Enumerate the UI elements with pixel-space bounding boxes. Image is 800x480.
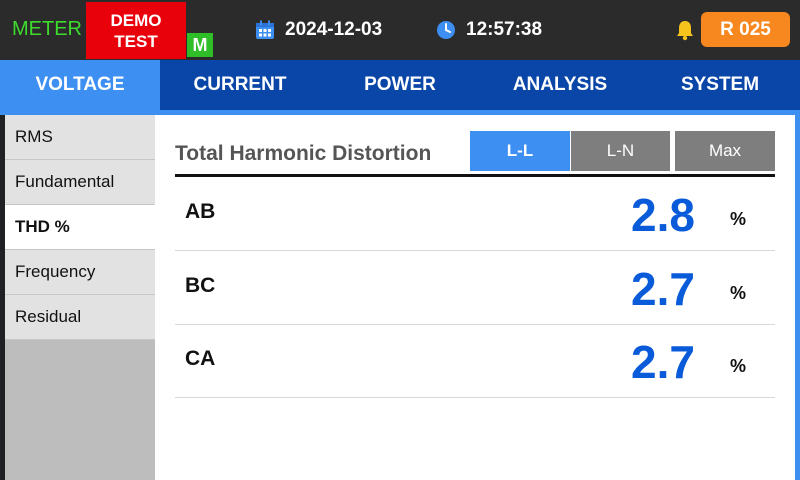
time-display: 12:57:38	[436, 19, 542, 41]
unit-label: %	[730, 283, 747, 303]
date-display: 2024-12-03	[255, 19, 382, 41]
time-text: 12:57:38	[466, 19, 543, 40]
sidebar-item-frequency[interactable]: Frequency	[5, 250, 155, 295]
register-badge[interactable]: R 025	[701, 12, 790, 47]
sidebar-item-fundamental[interactable]: Fundamental	[5, 160, 155, 205]
title-divider	[175, 174, 775, 177]
segment-ln-button[interactable]: L-N	[571, 131, 670, 171]
tab-voltage[interactable]: VOLTAGE	[0, 60, 160, 110]
tab-analysis[interactable]: ANALYSIS	[480, 60, 640, 110]
thd-panel: Total Harmonic Distortion L-L L-N Max AB…	[155, 115, 795, 480]
table-row: CA 2.7 %	[175, 325, 775, 398]
meter-label: METER	[12, 18, 82, 40]
segment-ll-button[interactable]: L-L	[470, 131, 570, 171]
phase-label: AB	[185, 200, 216, 223]
page-title: Total Harmonic Distortion	[175, 142, 432, 165]
thd-value: 2.7	[631, 336, 695, 388]
right-accent-strip	[795, 115, 800, 480]
date-text: 2024-12-03	[285, 19, 383, 40]
thd-value: 2.7	[631, 263, 695, 315]
calendar-icon	[256, 20, 274, 39]
unit-label: %	[730, 209, 747, 229]
demo-badge-line2: TEST	[114, 32, 158, 51]
sidebar: RMS Fundamental THD % Frequency Residual	[5, 115, 155, 480]
main-tab-bar: VOLTAGE CURRENT POWER ANALYSIS SYSTEM	[0, 60, 800, 110]
segment-max-button[interactable]: Max	[675, 131, 775, 171]
demo-badge-line1: DEMO	[110, 11, 162, 30]
phase-label: CA	[185, 347, 216, 370]
clock-icon	[437, 21, 455, 39]
sidebar-item-thd[interactable]: THD %	[5, 205, 155, 250]
sidebar-item-residual[interactable]: Residual	[5, 295, 155, 340]
table-row: AB 2.8 %	[175, 178, 775, 251]
thd-value: 2.8	[631, 189, 695, 241]
bell-icon[interactable]	[674, 19, 696, 41]
mode-badge: M	[187, 33, 213, 57]
table-row: BC 2.7 %	[175, 252, 775, 325]
unit-label: %	[730, 356, 747, 376]
tab-power[interactable]: POWER	[320, 60, 480, 110]
sidebar-item-rms[interactable]: RMS	[5, 115, 155, 160]
header-bar: METER DEMO TEST M 2024-12-03 12:57:38 R	[0, 0, 800, 60]
phase-label: BC	[185, 274, 216, 297]
tab-current[interactable]: CURRENT	[160, 60, 320, 110]
demo-test-badge: DEMO TEST	[86, 2, 186, 59]
tab-system[interactable]: SYSTEM	[640, 60, 800, 110]
